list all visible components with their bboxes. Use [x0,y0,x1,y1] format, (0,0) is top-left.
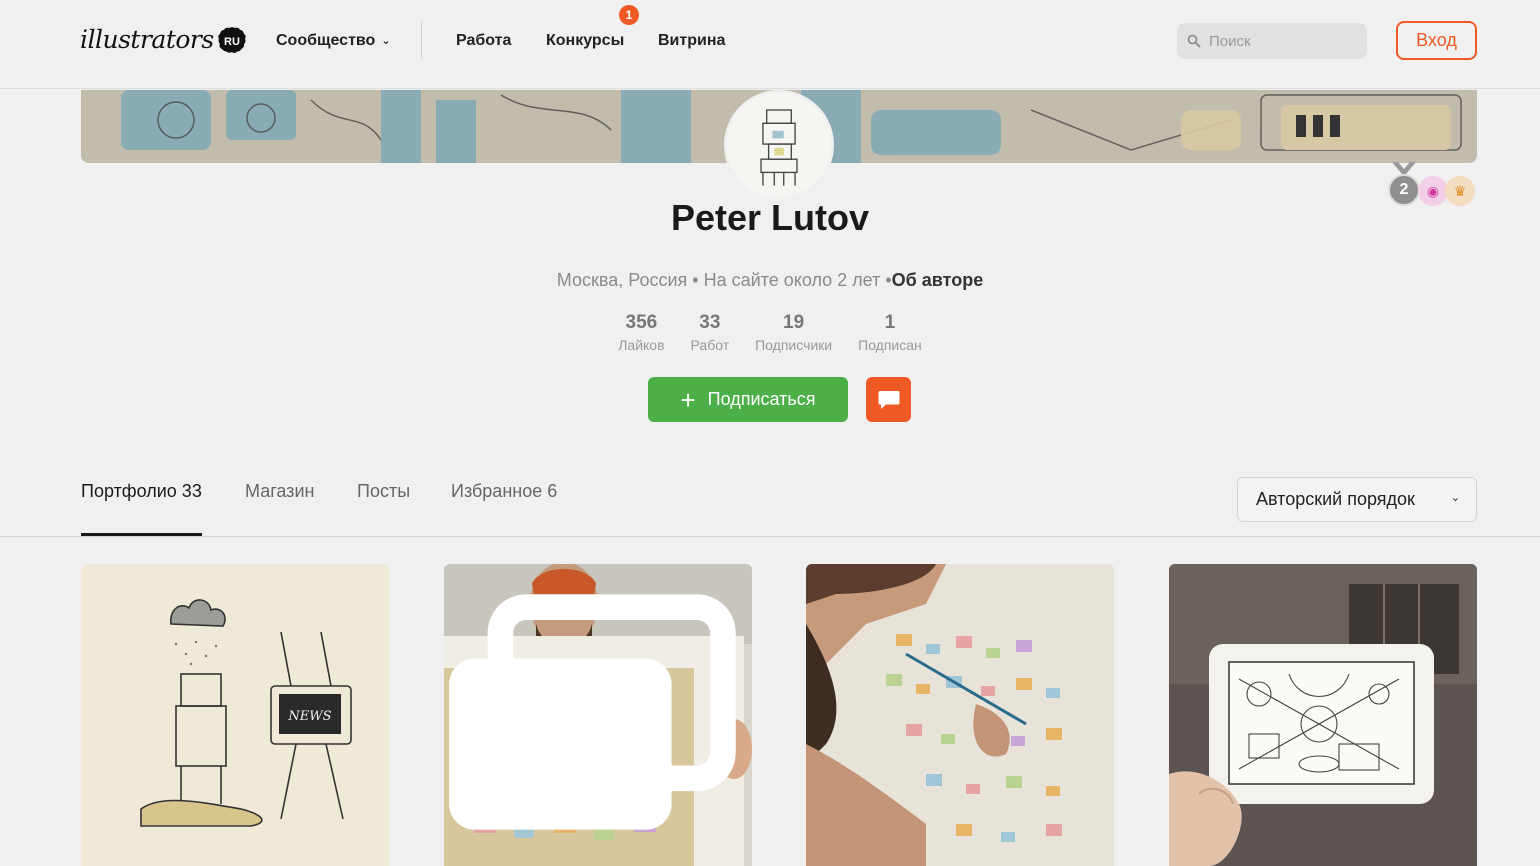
sort-order-select[interactable]: Авторский порядок ⌄ [1237,477,1477,522]
subscribe-button[interactable]: + Подписаться [648,377,848,422]
stat-works: 33 Работ [691,311,730,355]
profile-location: Москва, Россия [556,270,688,290]
medal-ribbon-icon [1392,162,1416,174]
portfolio-card[interactable] [1169,564,1477,866]
plus-icon: + [680,384,696,415]
site-logo[interactable]: illustrators RU [80,16,246,62]
stat-likes-value: 356 [625,312,658,333]
subscribe-label: Подписаться [707,389,816,409]
profile-stats: 356 Лайков 33 Работ 19 Подписчики 1 Подп… [0,311,1540,355]
contests-notification-badge: 1 [619,5,639,25]
portfolio-card[interactable]: NEWS [81,564,389,866]
tab-posts[interactable]: Посты [357,480,410,536]
nav-contests[interactable]: Конкурсы [546,30,624,52]
profile-on-site-duration: На сайте около 2 лет [703,270,881,290]
tab-portfolio[interactable]: Портфолио 33 [81,480,202,536]
about-author-link[interactable]: Об авторе [892,270,984,290]
nav-community[interactable]: Сообщество ⌄ [276,30,391,52]
nav-showcase[interactable]: Витрина [658,30,725,52]
send-message-button[interactable] [866,377,911,422]
meta-separator: • [692,270,699,290]
portfolio-card[interactable] [444,564,752,866]
stat-followers[interactable]: 19 Подписчики [755,311,832,355]
profile-avatar[interactable] [724,90,834,200]
profile-tabs: Портфолио 33 Магазин Посты Избранное 6 А… [0,460,1540,537]
chevron-down-icon: ⌄ [381,35,391,47]
logo-ink-blob-icon: RU [216,24,246,54]
login-button[interactable]: Вход [1396,21,1477,60]
artwork-thumbnail: NEWS [81,564,389,866]
nav-divider [421,22,422,58]
tab-shop[interactable]: Магазин [245,480,314,536]
portfolio-card[interactable] [806,564,1114,866]
chevron-down-icon: ⌄ [1450,492,1460,504]
search-input[interactable] [1209,32,1359,50]
stat-following-label: Подписан [858,337,922,353]
sort-selected-value: Авторский порядок [1256,489,1415,509]
logo-suffix: RU [224,36,240,48]
stat-likes-label: Лайков [618,337,665,353]
artwork-thumbnail [1169,564,1477,866]
nav-jobs[interactable]: Работа [456,30,511,52]
profile-name: Peter Lutov [670,197,870,238]
logo-text: illustrators [80,24,214,54]
stat-followers-value: 19 [783,312,805,333]
stat-following[interactable]: 1 Подписан [858,311,922,355]
stat-followers-label: Подписчики [755,337,833,353]
artwork-thumbnail [806,564,1114,866]
search-icon [1187,34,1201,48]
tab-favorites[interactable]: Избранное 6 [451,480,557,536]
news-screen-text: NEWS [287,709,331,724]
gallery-icon [449,594,736,830]
profile-meta: Москва, Россия • На сайте около 2 лет •О… [0,270,1540,291]
stat-works-value: 33 [699,312,721,333]
stat-following-value: 1 [884,312,896,333]
stat-works-label: Работ [690,337,730,353]
nav-community-label: Сообщество [276,32,376,50]
message-icon [878,390,899,409]
search-box[interactable] [1177,23,1367,59]
site-header: illustrators RU Сообщество ⌄ Работа Конку… [0,0,1540,89]
stat-likes: 356 Лайков [618,311,664,355]
